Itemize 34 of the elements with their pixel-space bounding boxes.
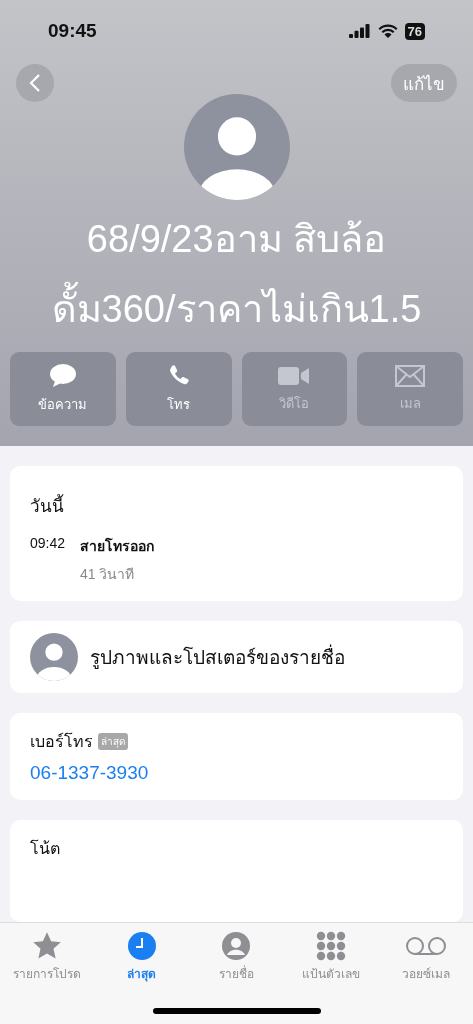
photo-poster-row[interactable]: รูปภาพและโปสเตอร์ของรายชื่อ: [10, 621, 463, 693]
voicemail-tab[interactable]: วอยซ์เมล: [378, 931, 473, 983]
call-time: 09:42: [30, 535, 67, 553]
envelope-icon: [395, 364, 426, 387]
wifi-icon: [377, 24, 398, 38]
avatar-icon: [30, 633, 78, 681]
video-camera-icon: [278, 364, 311, 387]
star-icon: [32, 931, 63, 961]
contact-name: 68/9/23อาม สิบล้อ: [85, 217, 388, 262]
recent-badge: ล่าสุด: [98, 733, 128, 750]
speech-bubble-icon: [48, 363, 77, 388]
keypad-tab[interactable]: แป้นตัวเลข: [283, 931, 379, 983]
notes-label: โน้ต: [30, 840, 60, 857]
battery-level: 76: [404, 22, 425, 40]
favorites-tab[interactable]: รายการโปรด: [0, 931, 95, 983]
person-circle-icon: [221, 931, 252, 961]
recents-tab[interactable]: ล่าสุด: [94, 931, 190, 983]
call-duration: 41 วินาที: [80, 565, 136, 584]
edit-button[interactable]: แก้ไข: [391, 64, 457, 102]
photo-poster-label: รูปภาพและโปสเตอร์ของรายชื่อ: [90, 642, 345, 672]
message-button[interactable]: ข้อความ: [10, 352, 116, 426]
call-type: สายโทรออก: [80, 536, 155, 556]
back-button[interactable]: [16, 64, 54, 102]
chevron-left-icon: [29, 73, 41, 93]
phone-number-link[interactable]: 06-1337-3930: [30, 762, 149, 784]
status-time: 09:45: [48, 20, 97, 42]
contacts-tab[interactable]: รายชื่อ: [189, 931, 284, 983]
call-button[interactable]: โทร: [125, 352, 232, 426]
clock-icon: [126, 931, 157, 961]
contact-name: ดั้ม360/ราคาไม่เกิน1.5: [10, 278, 463, 340]
phone-label: เบอร์โทร: [30, 731, 93, 752]
signal-icon: [348, 24, 371, 38]
keypad-icon: [316, 931, 347, 961]
history-heading: วันนี้: [30, 492, 443, 519]
